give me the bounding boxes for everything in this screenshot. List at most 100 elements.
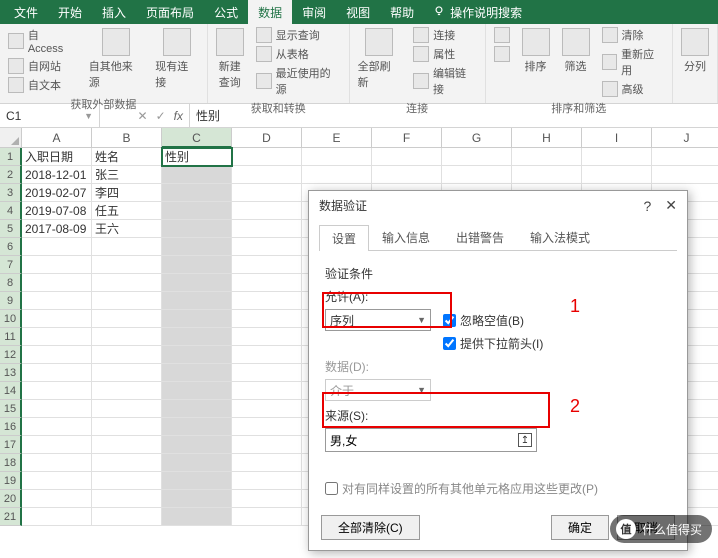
cell[interactable] — [22, 274, 92, 292]
advanced-button[interactable]: 高级 — [600, 80, 666, 98]
cell[interactable] — [162, 274, 232, 292]
cell[interactable] — [162, 292, 232, 310]
select-all-corner[interactable] — [0, 128, 22, 148]
cell[interactable] — [162, 238, 232, 256]
cell[interactable] — [512, 148, 582, 166]
row-header[interactable]: 13 — [0, 364, 22, 382]
row-header[interactable]: 10 — [0, 310, 22, 328]
sort-za-button[interactable] — [492, 45, 512, 63]
show-query-button[interactable]: 显示查询 — [254, 26, 343, 44]
existing-conn-button[interactable]: 现有连接 — [153, 26, 201, 92]
cell[interactable]: 2017-08-09 — [22, 220, 92, 238]
clear-all-button[interactable]: 全部清除(C) — [321, 515, 420, 540]
cell[interactable] — [162, 418, 232, 436]
cell[interactable] — [22, 364, 92, 382]
cell[interactable] — [92, 418, 162, 436]
cell[interactable] — [92, 292, 162, 310]
from-web-button[interactable]: 自网站 — [6, 57, 79, 75]
column-header[interactable]: F — [372, 128, 442, 148]
row-header[interactable]: 21 — [0, 508, 22, 526]
cell[interactable] — [302, 166, 372, 184]
cell[interactable] — [22, 310, 92, 328]
cell[interactable] — [92, 490, 162, 508]
row-header[interactable]: 4 — [0, 202, 22, 220]
cell[interactable] — [162, 256, 232, 274]
cell[interactable] — [232, 508, 302, 526]
cell[interactable] — [162, 382, 232, 400]
row-header[interactable]: 3 — [0, 184, 22, 202]
cell[interactable] — [92, 274, 162, 292]
cell[interactable] — [22, 400, 92, 418]
ok-button[interactable]: 确定 — [551, 515, 609, 540]
row-header[interactable]: 18 — [0, 454, 22, 472]
dialog-tab-settings[interactable]: 设置 — [319, 225, 369, 251]
tab-view[interactable]: 视图 — [336, 0, 380, 25]
row-header[interactable]: 11 — [0, 328, 22, 346]
column-header[interactable]: J — [652, 128, 718, 148]
cell[interactable] — [162, 364, 232, 382]
cell[interactable]: 张三 — [92, 166, 162, 184]
row-header[interactable]: 6 — [0, 238, 22, 256]
cell[interactable] — [652, 148, 718, 166]
cell[interactable] — [232, 418, 302, 436]
column-header[interactable]: H — [512, 128, 582, 148]
cell[interactable]: 2018-12-01 — [22, 166, 92, 184]
cell[interactable] — [232, 436, 302, 454]
cell[interactable] — [92, 256, 162, 274]
dialog-tab-input[interactable]: 输入信息 — [369, 224, 443, 250]
cell[interactable] — [92, 382, 162, 400]
row-header[interactable]: 1 — [0, 148, 22, 166]
cell[interactable] — [92, 508, 162, 526]
cell[interactable] — [92, 400, 162, 418]
help-icon[interactable]: ? — [643, 198, 651, 214]
column-header[interactable]: A — [22, 128, 92, 148]
row-header[interactable]: 12 — [0, 346, 22, 364]
recent-sources-button[interactable]: 最近使用的源 — [254, 64, 343, 98]
cell[interactable] — [162, 472, 232, 490]
cell[interactable] — [162, 400, 232, 418]
cell[interactable] — [22, 292, 92, 310]
cell[interactable] — [162, 490, 232, 508]
cell[interactable] — [162, 202, 232, 220]
range-picker-icon[interactable]: ↥ — [518, 433, 532, 447]
cell[interactable] — [232, 274, 302, 292]
cell[interactable]: 2019-07-08 — [22, 202, 92, 220]
properties-button[interactable]: 属性 — [411, 45, 478, 63]
cell[interactable] — [232, 148, 302, 166]
cell[interactable] — [22, 454, 92, 472]
filter-button[interactable]: 筛选 — [560, 26, 592, 76]
tab-review[interactable]: 审阅 — [292, 0, 336, 25]
cell[interactable] — [92, 472, 162, 490]
cell[interactable] — [232, 166, 302, 184]
tab-insert[interactable]: 插入 — [92, 0, 136, 25]
cell[interactable] — [232, 238, 302, 256]
cell[interactable]: 姓名 — [92, 148, 162, 166]
row-header[interactable]: 2 — [0, 166, 22, 184]
cell[interactable] — [162, 346, 232, 364]
from-text-button[interactable]: 自文本 — [6, 76, 79, 94]
close-icon[interactable]: ✕ — [665, 197, 677, 214]
cell[interactable] — [372, 148, 442, 166]
cell[interactable] — [22, 382, 92, 400]
cell[interactable] — [232, 346, 302, 364]
from-table-button[interactable]: 从表格 — [254, 45, 343, 63]
cell[interactable] — [22, 238, 92, 256]
cell[interactable] — [22, 328, 92, 346]
cell[interactable] — [92, 364, 162, 382]
row-header[interactable]: 19 — [0, 472, 22, 490]
cell[interactable] — [232, 256, 302, 274]
cell[interactable] — [22, 256, 92, 274]
refresh-all-button[interactable]: 全部刷新 — [356, 26, 404, 92]
tab-layout[interactable]: 页面布局 — [136, 0, 204, 25]
cell[interactable] — [512, 166, 582, 184]
cell[interactable] — [302, 148, 372, 166]
cell[interactable] — [92, 310, 162, 328]
cell[interactable] — [92, 346, 162, 364]
column-header[interactable]: G — [442, 128, 512, 148]
tab-help[interactable]: 帮助 — [380, 0, 424, 25]
cell[interactable] — [232, 364, 302, 382]
ignore-blank-checkbox[interactable]: 忽略空值(B) — [443, 312, 524, 329]
new-query-button[interactable]: 新建 查询 — [214, 26, 246, 92]
dropdown-checkbox[interactable]: 提供下拉箭头(I) — [443, 335, 543, 352]
cell[interactable] — [92, 436, 162, 454]
